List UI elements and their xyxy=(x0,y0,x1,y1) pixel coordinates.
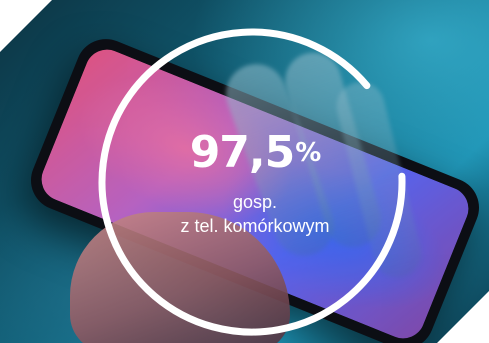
stat-caption-line2: z tel. komórkowym xyxy=(180,216,330,236)
stat-value: 97,5 xyxy=(189,127,296,178)
stat-caption-line1: gosp. xyxy=(232,192,278,212)
stat-block: 97,5% gosp. z tel. komórkowym xyxy=(150,128,360,238)
stat-value-row: 97,5% xyxy=(150,128,360,178)
stat-unit: % xyxy=(295,138,321,168)
